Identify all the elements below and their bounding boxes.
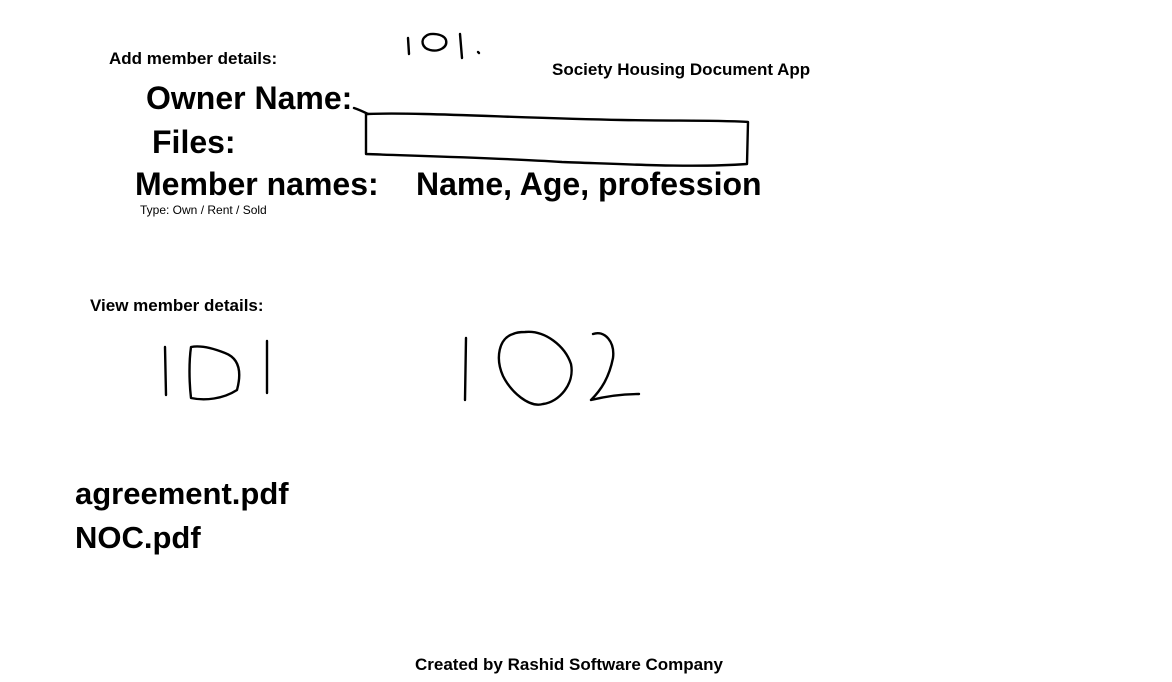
view-member-section-title: View member details: [90,296,264,315]
stroke-one-a [406,36,411,56]
member-names-label: Member names: [135,166,379,202]
handwritten-101-small-drawing [406,32,481,60]
footer-credit: Created by Rashid Software Company [415,655,723,674]
owner-name-input[interactable] [352,106,752,170]
stroke-dot [476,50,481,55]
type-hint: Type: Own / Rent / Sold [140,203,267,217]
files-label: Files: [152,124,236,160]
flat-102-button[interactable]: 102 [455,328,650,413]
stroke-zero [421,32,448,52]
input-box-outline [352,106,750,167]
owner-name-label: Owner Name: [146,80,353,116]
handwritten-102-drawing [463,330,641,406]
stroke-one-b [458,32,464,60]
file-link-agreement[interactable]: agreement.pdf [75,472,289,516]
handwritten-101-drawing [163,339,269,401]
app-title: Society Housing Document App [552,60,811,79]
member-fields-hint: Name, Age, profession [416,166,762,202]
flat-101-button[interactable]: 101 [155,335,280,410]
add-member-flat-number: 101 [400,28,490,64]
files-list: agreement.pdf NOC.pdf [75,472,289,560]
add-member-section-title: Add member details: [109,49,278,68]
file-link-noc[interactable]: NOC.pdf [75,516,289,560]
